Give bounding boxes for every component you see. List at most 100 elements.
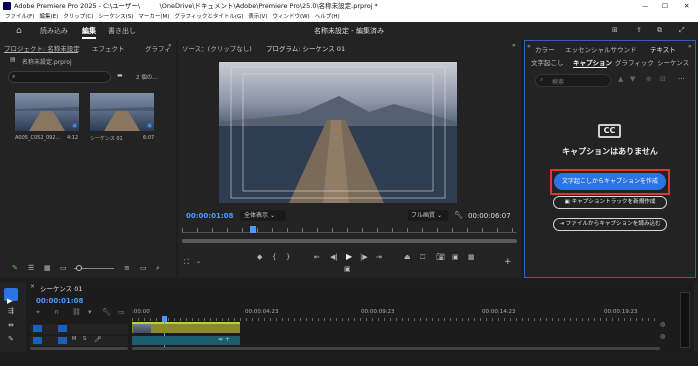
add-caption-icon[interactable]: ⊕ [646, 76, 652, 83]
new-caption-track-button[interactable]: ▣ キャプショントラックを新規作成 [553, 196, 667, 209]
sequence-thumbnail[interactable]: ▣ [90, 93, 154, 131]
minimize-button[interactable]: — [642, 0, 649, 12]
zoom-slider-handle[interactable] [76, 265, 82, 271]
nest-icon[interactable]: ⌖ [36, 309, 40, 316]
more-tabs-icon[interactable]: » [168, 43, 172, 49]
razor-icon[interactable]: ✎ [8, 336, 14, 343]
icon-view-icon[interactable]: ▦ [44, 265, 51, 272]
a1-source-patch[interactable] [33, 337, 42, 344]
timeline-ruler[interactable] [132, 318, 660, 321]
more-tabs-icon[interactable]: » [688, 44, 692, 50]
menu-file[interactable]: ファイル(F) [5, 12, 34, 22]
safe-margins-icon[interactable]: ⛶ [184, 259, 189, 266]
linked-selection-icon[interactable]: ⛓︎ [72, 309, 81, 316]
step-back-icon[interactable]: ◀| [330, 254, 338, 261]
share-icon[interactable]: ⇪ [636, 27, 642, 34]
compare-icon[interactable]: ▣ [452, 254, 459, 261]
scroll-handle-icon[interactable]: ◎ [660, 322, 665, 328]
multicam-icon[interactable]: ▣ [344, 266, 351, 273]
microphone-icon[interactable]: 🎤︎ [94, 337, 102, 343]
quality-dropdown[interactable]: フル画質 ⌄ [408, 210, 448, 221]
v1-source-patch[interactable] [33, 325, 42, 332]
menu-sequence[interactable]: シーケンス(S) [98, 12, 133, 22]
more-tabs-left-icon[interactable]: « [527, 44, 531, 50]
freeform-view-icon[interactable]: ▭ [60, 265, 67, 272]
subtab-sequence[interactable]: シーケンス [657, 57, 689, 67]
tab-source[interactable]: ソース：(クリップなし) [182, 43, 252, 53]
audio-clip[interactable]: ⇹ + [132, 336, 240, 345]
add-marker-icon[interactable]: ◆ [257, 254, 262, 261]
clip-thumbnail[interactable]: ▣ [15, 93, 79, 131]
solo-icon[interactable]: S [83, 337, 86, 342]
menu-window[interactable]: ウィンドウ(W) [272, 12, 309, 22]
workspaces-icon[interactable]: ⊞ [612, 27, 618, 34]
menu-help[interactable]: ヘルプ(H) [315, 12, 340, 22]
tab-graphics[interactable]: グラフィ [145, 43, 171, 53]
create-from-transcript-button[interactable]: 文字起こしからキャプションを作成 [554, 173, 666, 190]
mute-icon[interactable]: M [72, 337, 76, 342]
list-view-icon[interactable]: ☰ [28, 265, 34, 272]
button-editor-icon[interactable]: + [504, 258, 512, 267]
new-bin-icon[interactable]: ▬ [117, 73, 123, 79]
import-captions-button[interactable]: ⇥ ファイルからキャプションを読み込む [553, 218, 667, 231]
settings-dropdown-icon[interactable]: ⌄ [196, 259, 201, 265]
snap-icon[interactable]: ∩ [54, 309, 59, 316]
program-ruler[interactable] [182, 228, 517, 233]
zoom-scrollbar[interactable] [182, 239, 517, 243]
go-to-in-icon[interactable]: ⇤ [314, 254, 320, 261]
fullscreen-icon[interactable]: ⤢ [679, 27, 685, 34]
extract-icon[interactable]: ⏍ [420, 254, 425, 261]
v1-target[interactable] [58, 325, 67, 332]
menu-clip[interactable]: クリップ(C) [63, 12, 93, 22]
track-scrollbar[interactable] [30, 347, 128, 350]
mark-out-icon[interactable]: } [286, 254, 290, 261]
down-arrow-icon[interactable]: ▼ [630, 76, 635, 83]
a1-target[interactable] [58, 337, 67, 344]
go-to-out-icon[interactable]: ⇥ [376, 254, 382, 261]
subtab-graphics[interactable]: グラフィック [615, 57, 654, 67]
timeline-scrollbar[interactable] [132, 347, 660, 350]
up-arrow-icon[interactable]: ▲ [618, 76, 623, 83]
tab-color[interactable]: カラー [535, 44, 555, 54]
scrollbar-thumb[interactable] [182, 239, 517, 243]
captions-toggle-icon[interactable]: ▭ [118, 309, 125, 316]
quick-export-icon[interactable]: ⧉ [657, 27, 662, 34]
captions-search-input[interactable]: ⌕ 検索 [535, 74, 611, 87]
menu-graphics[interactable]: グラフィックとタイトル(G) [174, 12, 243, 22]
menu-marker[interactable]: マーカー(M) [138, 12, 169, 22]
subtab-transcript[interactable]: 文字起こし [531, 57, 564, 67]
pencil-icon[interactable]: ✎ [12, 265, 18, 272]
selection-tool-icon[interactable]: ▶ [4, 288, 18, 305]
playhead[interactable] [250, 226, 256, 233]
vr-icon[interactable]: ▦ [468, 254, 475, 261]
wrench-icon[interactable]: 🔧︎ [454, 212, 463, 219]
lift-icon[interactable]: ⏏ [404, 254, 411, 261]
more-tabs-icon[interactable]: » [512, 43, 516, 49]
video-clip[interactable] [132, 324, 240, 333]
close-tab-icon[interactable]: × [30, 284, 35, 290]
merge-icon[interactable]: ⊟ [660, 76, 666, 83]
more-options-icon[interactable]: ··· [678, 76, 685, 83]
tab-program[interactable]: プログラム: シーケンス 01 [266, 43, 345, 53]
step-forward-icon[interactable]: |▶ [360, 254, 368, 261]
menu-view[interactable]: 表示(V) [248, 12, 267, 22]
new-item-icon[interactable]: ▭ [140, 265, 147, 272]
mark-in-icon[interactable]: { [272, 254, 276, 261]
track-select-icon[interactable]: ⇶ [8, 308, 14, 315]
scroll-handle-icon[interactable]: ◎ [660, 334, 665, 340]
export-frame-icon[interactable]: 📷︎ [436, 254, 445, 261]
timeline-timecode[interactable]: 00:00:01:08 [36, 297, 83, 305]
tab-text[interactable]: テキスト [650, 44, 676, 54]
fit-dropdown[interactable]: 全体表示 ⌄ [240, 210, 286, 221]
tab-effects[interactable]: エフェクト [92, 43, 125, 53]
menu-edit[interactable]: 編集(E) [39, 12, 58, 22]
tab-essential-sound[interactable]: エッセンシャルサウンド [565, 44, 637, 54]
sort-icon[interactable]: ≡ [124, 265, 130, 272]
video-frame[interactable] [219, 62, 457, 203]
sequence-tab[interactable]: シーケンス 01 [40, 283, 83, 293]
play-icon[interactable]: ▶ [346, 253, 352, 261]
project-search-input[interactable]: ⌕ [8, 71, 111, 83]
maximize-button[interactable]: ☐ [662, 0, 668, 12]
program-timecode[interactable]: 00:00:01:08 [186, 212, 233, 220]
close-window-button[interactable]: ✕ [684, 0, 689, 12]
